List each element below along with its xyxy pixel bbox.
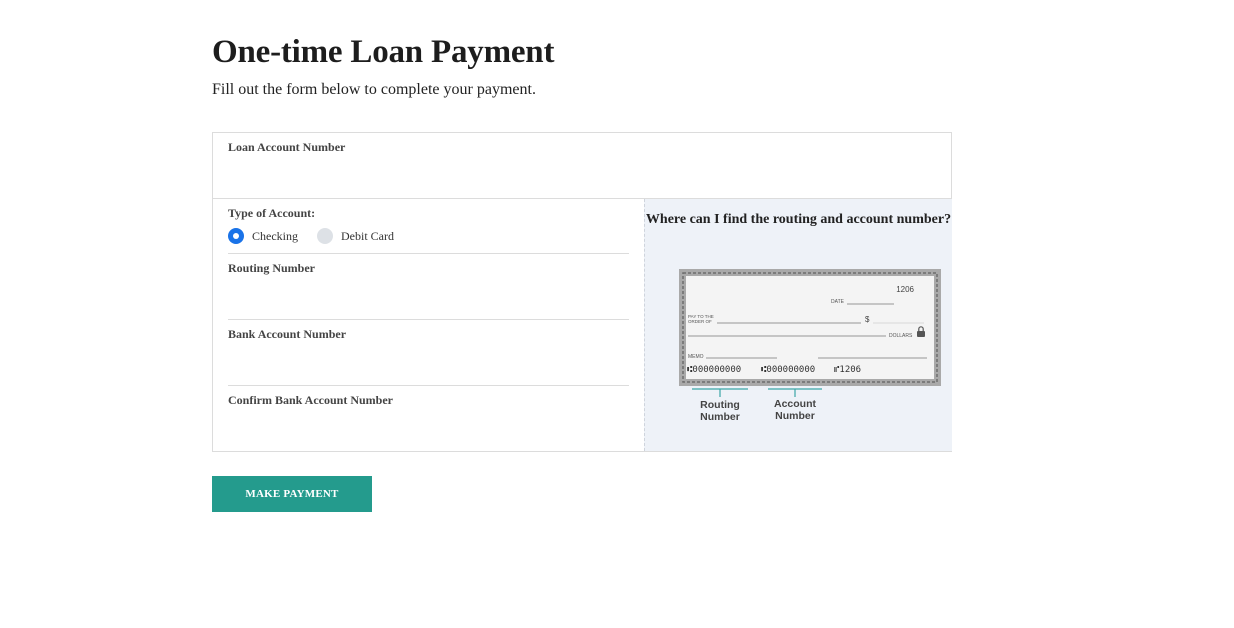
- check-pay-to-line2: ORDER OF: [688, 319, 712, 324]
- check-dollar-sign: $: [865, 315, 870, 324]
- check-diagram: 1206 DATE PAY TO THE ORDER OF $ DOLLARS …: [679, 269, 941, 423]
- bank-account-number-label: Bank Account Number: [228, 327, 347, 341]
- loan-account-number-input[interactable]: [228, 161, 932, 189]
- account-caption-line1: Account: [774, 398, 817, 410]
- radio-debit-card-unselected-icon[interactable]: [317, 228, 333, 244]
- make-payment-button[interactable]: MAKE PAYMENT: [212, 476, 372, 512]
- radio-checking-label: Checking: [252, 228, 298, 243]
- routing-help-title: Where can I find the routing and account…: [645, 212, 952, 227]
- divider: [228, 385, 629, 386]
- check-number: 1206: [896, 285, 914, 294]
- page-subtitle: Fill out the form below to complete your…: [212, 81, 536, 98]
- routing-number-label: Routing Number: [228, 261, 316, 275]
- account-caption-line2: Number: [775, 410, 815, 422]
- routing-number-input[interactable]: [228, 281, 632, 309]
- confirm-bank-account-number-label: Confirm Bank Account Number: [228, 393, 394, 407]
- bank-account-number-input[interactable]: [228, 347, 632, 375]
- bank-details-column: Type of Account: Checking Debit Card Rou…: [213, 199, 644, 451]
- check-micr-account: ⑆000000000: [761, 365, 815, 375]
- check-micr-routing: ⑆000000000: [687, 365, 741, 375]
- check-memo-label: MEMO: [688, 354, 704, 360]
- loan-account-number-label: Loan Account Number: [228, 140, 346, 154]
- account-type-label: Type of Account:: [228, 206, 316, 220]
- routing-help-panel: Where can I find the routing and account…: [644, 199, 952, 451]
- check-date-label: DATE: [831, 299, 845, 305]
- loan-account-row: Loan Account Number: [213, 133, 951, 199]
- check-micr-check-number: ⑈1206: [834, 365, 861, 375]
- routing-caption-line1: Routing: [700, 399, 740, 411]
- divider: [228, 319, 629, 320]
- confirm-bank-account-number-input[interactable]: [228, 413, 632, 441]
- divider: [228, 253, 629, 254]
- payment-form: Loan Account Number Type of Account: Che…: [212, 132, 952, 452]
- check-dollars-label: DOLLARS: [889, 333, 913, 339]
- page-title: One-time Loan Payment: [212, 34, 555, 70]
- routing-caption-line2: Number: [700, 411, 740, 423]
- radio-checking[interactable]: Checking: [228, 228, 298, 244]
- radio-checking-selected-icon[interactable]: [228, 228, 244, 244]
- account-type-radio-group: Checking Debit Card: [228, 228, 413, 244]
- radio-debit-card-label: Debit Card: [341, 228, 394, 243]
- radio-debit-card[interactable]: Debit Card: [317, 228, 394, 244]
